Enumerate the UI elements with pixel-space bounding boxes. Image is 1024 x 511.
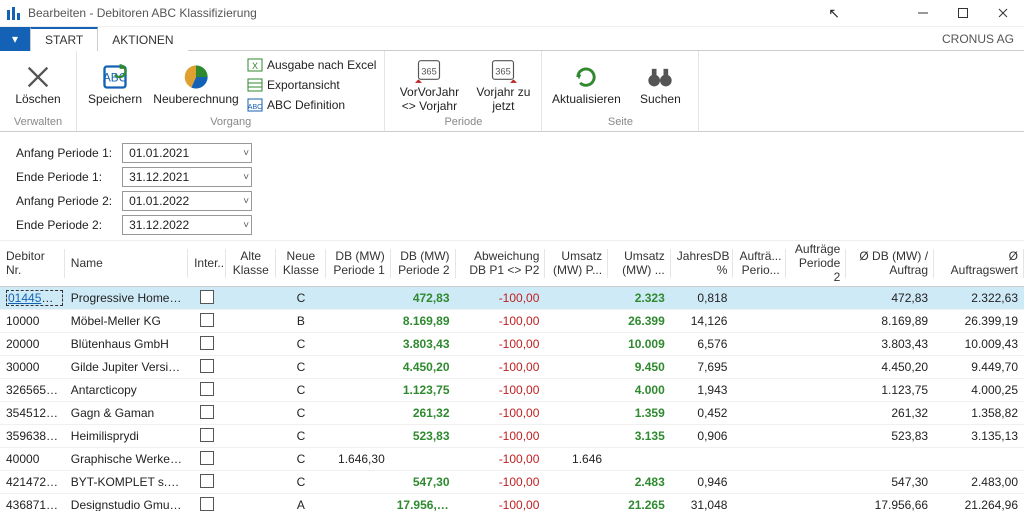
col-ap1[interactable]: Aufträ... Perio... [733, 241, 785, 287]
calendar-left-icon: 365 [415, 56, 443, 84]
ep1-combo[interactable]: 31.12.2021˅ [122, 167, 252, 187]
chevron-down-icon: ˅ [243, 220, 249, 231]
pie-icon [182, 63, 210, 91]
titlebar: Bearbeiten - Debitoren ABC Klassifizieru… [0, 0, 1024, 27]
checkbox[interactable] [200, 359, 214, 373]
recalc-button[interactable]: Neuberechnung [151, 61, 241, 108]
debitor-link[interactable]: 01445544 [6, 290, 63, 306]
table-row[interactable]: 01445544Progressive Home Fur...C472,83-1… [0, 287, 1024, 310]
grid[interactable]: Debitor Nr. Name Inter... Alte Klasse Ne… [0, 240, 1024, 511]
table-row[interactable]: 35963852HeimilisprydiC523,83-100,003.135… [0, 425, 1024, 448]
maximize-button[interactable] [946, 0, 980, 26]
window-title: Bearbeiten - Debitoren ABC Klassifizieru… [28, 6, 257, 20]
ap1-label: Anfang Periode 1: [12, 142, 116, 164]
app-menu-button[interactable]: ▾ [0, 27, 30, 51]
search-button[interactable]: Suchen [628, 61, 692, 108]
abcdef-button[interactable]: ABCABC Definition [245, 96, 378, 114]
ap2-label: Anfang Periode 2: [12, 190, 116, 212]
refresh-icon [572, 63, 600, 91]
col-inter[interactable]: Inter... [188, 241, 226, 287]
ap1-combo[interactable]: 01.01.2021˅ [122, 143, 252, 163]
col-jdb[interactable]: JahresDB % [671, 241, 734, 287]
group-seite: Seite [548, 116, 692, 129]
minimize-button[interactable] [906, 0, 940, 26]
prev-to-now-button[interactable]: 365 Vorjahr zu jetzt [471, 54, 535, 114]
checkbox[interactable] [200, 428, 214, 442]
chevron-down-icon: ˅ [243, 196, 249, 207]
exportview-icon [247, 77, 263, 93]
save-button[interactable]: ABC Speichern [83, 61, 147, 108]
table-row[interactable]: 32656565AntarcticopyC1.123,75-100,004.00… [0, 379, 1024, 402]
checkbox[interactable] [200, 336, 214, 350]
filters: Anfang Periode 1: 01.01.2021˅ Ende Perio… [0, 132, 1024, 240]
ep2-combo[interactable]: 31.12.2022˅ [122, 215, 252, 235]
tab-start[interactable]: START [30, 27, 98, 51]
company-label: CRONUS AG [932, 27, 1024, 51]
calendar-right-icon: 365 [489, 56, 517, 84]
prevprev-button[interactable]: 365 VorVorJahr <> Vorjahr [391, 54, 467, 114]
exportview-button[interactable]: Exportansicht [245, 76, 378, 94]
chevron-down-icon: ˅ [243, 148, 249, 159]
excel-icon: X [247, 57, 263, 73]
checkbox[interactable] [200, 451, 214, 465]
col-um1[interactable]: Umsatz (MW) P... [545, 241, 608, 287]
ribbon: Löschen Verwalten ABC Speichern Neuberec… [0, 51, 1024, 132]
tab-aktionen[interactable]: AKTIONEN [98, 27, 187, 51]
col-avgor[interactable]: Ø Auftragswert [934, 241, 1024, 287]
table-row[interactable]: 20000Blütenhaus GmbHC3.803,43-100,0010.0… [0, 333, 1024, 356]
table-row[interactable]: 10000Möbel-Meller KGB8.169,89-100,0026.3… [0, 310, 1024, 333]
close-button[interactable] [986, 0, 1020, 26]
svg-text:X: X [252, 61, 258, 71]
ep2-label: Ende Periode 2: [12, 214, 116, 236]
col-db1[interactable]: DB (MW) Periode 1 [326, 241, 391, 287]
cursor-icon: ↖ [828, 5, 900, 22]
col-db2[interactable]: DB (MW) Periode 2 [391, 241, 456, 287]
checkbox[interactable] [200, 382, 214, 396]
delete-button[interactable]: Löschen [6, 61, 70, 108]
checkbox[interactable] [200, 474, 214, 488]
table-row[interactable]: 43687129Designstudio GmundenA17.956,66-1… [0, 494, 1024, 511]
table-row[interactable]: 30000Gilde Jupiter Versicher...C4.450,20… [0, 356, 1024, 379]
ribbon-tabs: ▾ START AKTIONEN CRONUS AG [0, 27, 1024, 51]
table-row[interactable]: 42147258BYT-KOMPLET s.r.o.C547,30-100,00… [0, 471, 1024, 494]
col-neue[interactable]: Neue Klasse [276, 241, 326, 287]
group-verwalten: Verwalten [6, 116, 70, 129]
save-icon: ABC [101, 63, 129, 91]
col-ap2[interactable]: Aufträge Periode 2 [786, 241, 847, 287]
abc-icon: ABC [247, 97, 263, 113]
chevron-down-icon: ˅ [243, 172, 249, 183]
delete-icon [24, 63, 52, 91]
group-vorgang: Vorgang [83, 116, 378, 129]
svg-text:365: 365 [422, 67, 438, 77]
svg-text:365: 365 [496, 67, 512, 77]
col-alte[interactable]: Alte Klasse [226, 241, 276, 287]
checkbox[interactable] [200, 497, 214, 511]
col-abw[interactable]: Abweichung DB P1 <> P2 [456, 241, 546, 287]
col-um2[interactable]: Umsatz (MW) ... [608, 241, 671, 287]
checkbox[interactable] [200, 405, 214, 419]
ap2-combo[interactable]: 01.01.2022˅ [122, 191, 252, 211]
table-row[interactable]: 40000Graphische Werke La...C1.646,30-100… [0, 448, 1024, 471]
header-row[interactable]: Debitor Nr. Name Inter... Alte Klasse Ne… [0, 241, 1024, 287]
checkbox[interactable] [200, 313, 214, 327]
binoculars-icon [646, 63, 674, 91]
export-excel-button[interactable]: XAusgabe nach Excel [245, 56, 378, 74]
table-row[interactable]: 35451236Gagn & GamanC261,32-100,001.3590… [0, 402, 1024, 425]
svg-text:ABC: ABC [103, 72, 127, 85]
ep1-label: Ende Periode 1: [12, 166, 116, 188]
refresh-button[interactable]: Aktualisieren [548, 61, 624, 108]
col-debitor[interactable]: Debitor Nr. [0, 241, 65, 287]
svg-text:ABC: ABC [248, 104, 262, 111]
group-periode: Periode [391, 116, 535, 129]
app-icon [6, 5, 22, 21]
checkbox[interactable] [200, 290, 214, 304]
col-name[interactable]: Name [65, 241, 188, 287]
col-avgdb[interactable]: Ø DB (MW) / Auftrag [846, 241, 934, 287]
